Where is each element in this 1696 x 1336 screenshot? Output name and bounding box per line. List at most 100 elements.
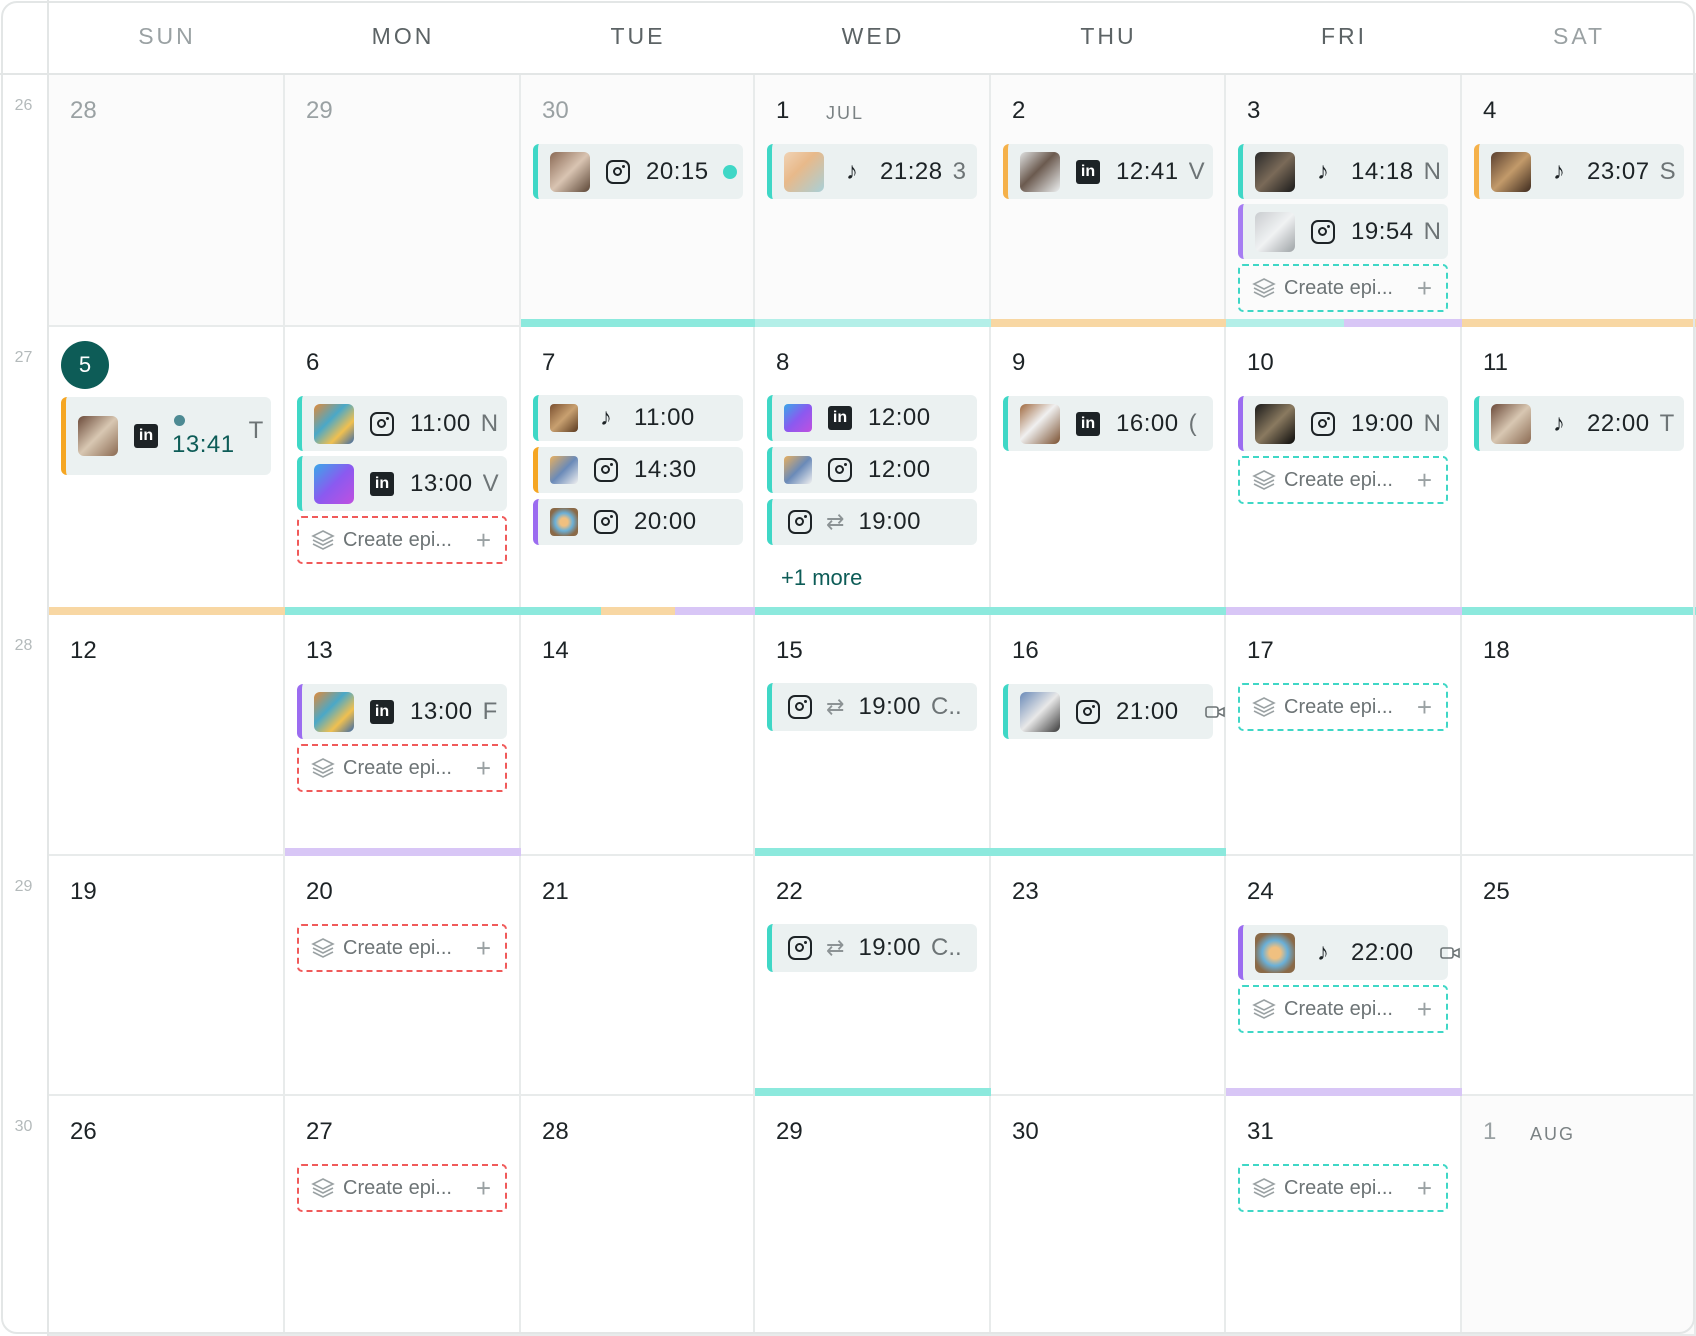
scheduled-post[interactable]: 20:15 — [533, 144, 743, 199]
scheduled-post[interactable]: in 13:00 V — [297, 456, 507, 511]
scheduled-post[interactable]: 19:00 N — [1238, 396, 1448, 451]
scheduled-post[interactable]: ♪ 22:00 — [1238, 925, 1460, 980]
day-cell[interactable]: 8 in 12:00 12:00 ⇄ 19:00 +1 more — [755, 327, 991, 615]
day-status-bar — [285, 607, 521, 615]
scheduled-post[interactable]: 19:54 N — [1238, 204, 1448, 259]
day-cell[interactable]: 20 Create epi... + — [285, 856, 521, 1096]
day-cell[interactable]: 29 — [755, 1096, 991, 1336]
day-cell[interactable]: 29 — [285, 75, 521, 327]
day-cell[interactable]: 21 — [521, 856, 755, 1096]
day-cell[interactable]: 28 — [521, 1096, 755, 1336]
post-thumbnail — [784, 151, 824, 192]
scheduled-post[interactable]: ♪ 21:28 3 — [767, 144, 977, 199]
create-episode-button[interactable]: Create epi... + — [297, 516, 507, 564]
day-cell[interactable]: 15 ⇄ 19:00 C.. — [755, 615, 991, 856]
create-episode-button[interactable]: Create epi... + — [1238, 1164, 1448, 1212]
tiktok-icon: ♪ — [1553, 409, 1565, 437]
post-time: 11:00 — [410, 409, 471, 437]
day-cell[interactable]: 5 in 13:41 T — [49, 327, 285, 615]
post-thumbnail — [784, 456, 812, 484]
create-episode-label: Create epi... — [1284, 468, 1393, 491]
scheduled-post[interactable]: 11:00 N — [297, 396, 507, 451]
scheduled-post[interactable]: ⇄ 19:00 — [767, 499, 977, 545]
tiktok-icon: ♪ — [1317, 938, 1329, 966]
day-cell[interactable]: 17 Create epi... + — [1226, 615, 1462, 856]
header-corner — [0, 0, 49, 75]
create-episode-button[interactable]: Create epi... + — [297, 924, 507, 972]
day-number: 19 — [70, 878, 97, 905]
day-status-bar — [755, 319, 991, 327]
scheduled-post[interactable]: ⇄ 19:00 C.. — [767, 683, 977, 731]
day-cell[interactable]: 30 — [991, 1096, 1226, 1336]
scheduled-post[interactable]: in 12:00 — [767, 395, 977, 441]
scheduled-post[interactable]: 12:00 — [767, 447, 977, 493]
tiktok-icon: ♪ — [846, 157, 858, 185]
scheduled-post[interactable]: in 12:41 V — [1003, 144, 1213, 199]
post-time: 21:00 — [1116, 697, 1179, 725]
day-cell[interactable]: 11 ♪ 22:00 T — [1462, 327, 1696, 615]
day-number: 18 — [1483, 637, 1510, 664]
day-number: 11 — [1483, 349, 1508, 376]
month-label: JUL — [826, 103, 865, 123]
day-cell[interactable]: 9 in 16:00 ( — [991, 327, 1226, 615]
scheduled-post[interactable]: ♪ 22:00 T — [1474, 396, 1684, 451]
scheduled-post[interactable]: in 13:41 T — [61, 397, 271, 475]
plus-icon: + — [1416, 994, 1432, 1024]
scheduled-post[interactable]: ♪ 11:00 — [533, 395, 743, 441]
day-cell[interactable]: 3 ♪ 14:18 N 19:54 N Create epi... + — [1226, 75, 1462, 327]
layers-icon — [1252, 999, 1276, 1019]
create-episode-button[interactable]: Create epi... + — [1238, 456, 1448, 504]
day-cell[interactable]: 25 — [1462, 856, 1696, 1096]
layers-icon — [1252, 697, 1276, 717]
create-episode-button[interactable]: Create epi... + — [297, 1164, 507, 1212]
day-cell[interactable]: 2 in 12:41 V — [991, 75, 1226, 327]
post-time: 11:00 — [634, 404, 695, 431]
day-cell[interactable]: 10 19:00 N Create epi... + — [1226, 327, 1462, 615]
day-cell[interactable]: 14 — [521, 615, 755, 856]
day-cell[interactable]: 13 in 13:00 F Create epi... + — [285, 615, 521, 856]
post-time: 13:00 — [410, 697, 473, 725]
day-cell[interactable]: 4 ♪ 23:07 S — [1462, 75, 1696, 327]
day-cell[interactable]: 6 11:00 N in 13:00 V Create epi... + — [285, 327, 521, 615]
day-cell[interactable]: 19 — [49, 856, 285, 1096]
scheduled-post[interactable]: ♪ 23:07 S — [1474, 144, 1684, 199]
day-cell[interactable]: 28 — [49, 75, 285, 327]
create-episode-button[interactable]: Create epi... + — [1238, 985, 1448, 1033]
day-cell[interactable]: 31 Create epi... + — [1226, 1096, 1462, 1336]
post-caption: 3 — [952, 157, 966, 185]
scheduled-post[interactable]: in 16:00 ( — [1003, 396, 1213, 451]
create-episode-button[interactable]: Create epi... + — [1238, 264, 1448, 312]
day-number: 1 — [776, 97, 790, 124]
plus-icon: + — [1416, 273, 1432, 303]
day-cell[interactable]: 16 21:00 — [991, 615, 1226, 856]
scheduled-post[interactable]: 21:00 — [1003, 684, 1225, 739]
calendar: SUN MON TUE WED THU FRI SAT 26 27 28 29 … — [0, 0, 1696, 1336]
day-cell[interactable]: 24 ♪ 22:00 Create epi... + — [1226, 856, 1462, 1096]
post-caption: C.. — [931, 693, 962, 720]
create-episode-button[interactable]: Create epi... + — [1238, 683, 1448, 731]
post-time: 22:00 — [1351, 938, 1414, 966]
layers-icon — [311, 758, 335, 778]
day-cell[interactable]: 7 ♪ 11:00 14:30 20:00 — [521, 327, 755, 615]
scheduled-post[interactable]: ⇄ 19:00 C.. — [767, 924, 977, 972]
scheduled-post[interactable]: in 13:00 F — [297, 684, 507, 739]
scheduled-post[interactable]: ♪ 14:18 N — [1238, 144, 1448, 199]
create-episode-label: Create epi... — [343, 1176, 452, 1199]
day-cell[interactable]: 18 — [1462, 615, 1696, 856]
post-thumbnail — [1020, 403, 1060, 444]
day-cell[interactable]: 1 AUG — [1462, 1096, 1696, 1336]
day-cell[interactable]: 26 — [49, 1096, 285, 1336]
day-cell[interactable]: 30 20:15 — [521, 75, 755, 327]
day-number: 29 — [306, 97, 333, 124]
post-time: 12:41 — [1116, 157, 1179, 185]
scheduled-post[interactable]: 20:00 — [533, 499, 743, 545]
day-cell[interactable]: 1 JUL ♪ 21:28 3 — [755, 75, 991, 327]
day-cell[interactable]: 27 Create epi... + — [285, 1096, 521, 1336]
day-cell[interactable]: 22 ⇄ 19:00 C.. — [755, 856, 991, 1096]
day-cell[interactable]: 12 — [49, 615, 285, 856]
scheduled-post[interactable]: 14:30 — [533, 447, 743, 493]
instagram-icon — [1074, 698, 1102, 726]
create-episode-button[interactable]: Create epi... + — [297, 744, 507, 792]
day-cell[interactable]: 23 — [991, 856, 1226, 1096]
more-events-link[interactable]: +1 more — [781, 565, 862, 591]
